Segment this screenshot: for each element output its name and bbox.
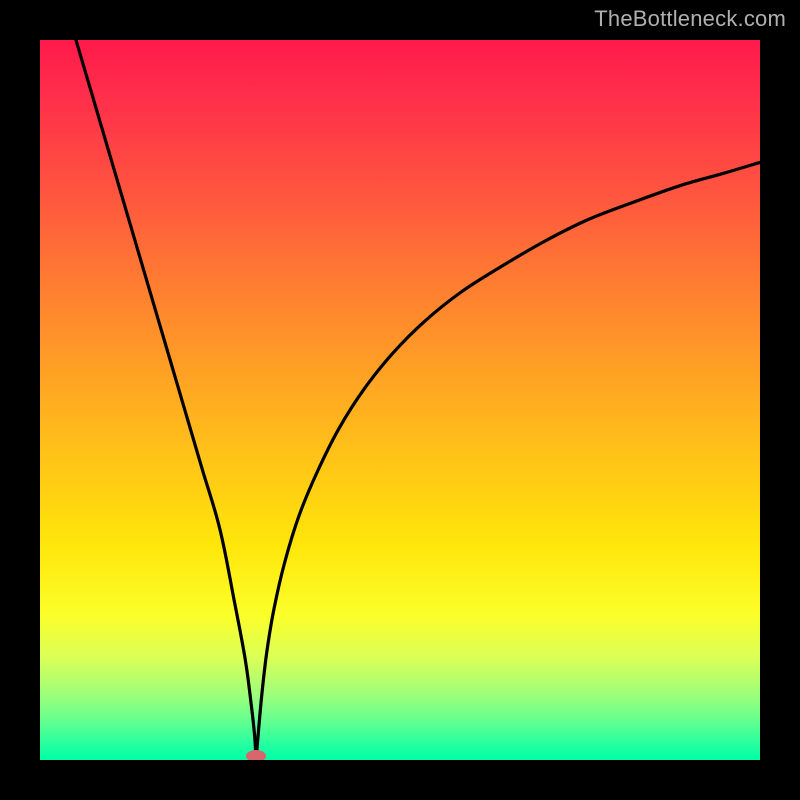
curve-right-branch: [256, 162, 760, 760]
chart-frame: TheBottleneck.com: [0, 0, 800, 800]
watermark-text: TheBottleneck.com: [594, 6, 786, 32]
curve-left-branch: [76, 40, 256, 760]
minimum-marker: [246, 750, 266, 760]
plot-area: [40, 40, 760, 760]
curve-svg: [40, 40, 760, 760]
